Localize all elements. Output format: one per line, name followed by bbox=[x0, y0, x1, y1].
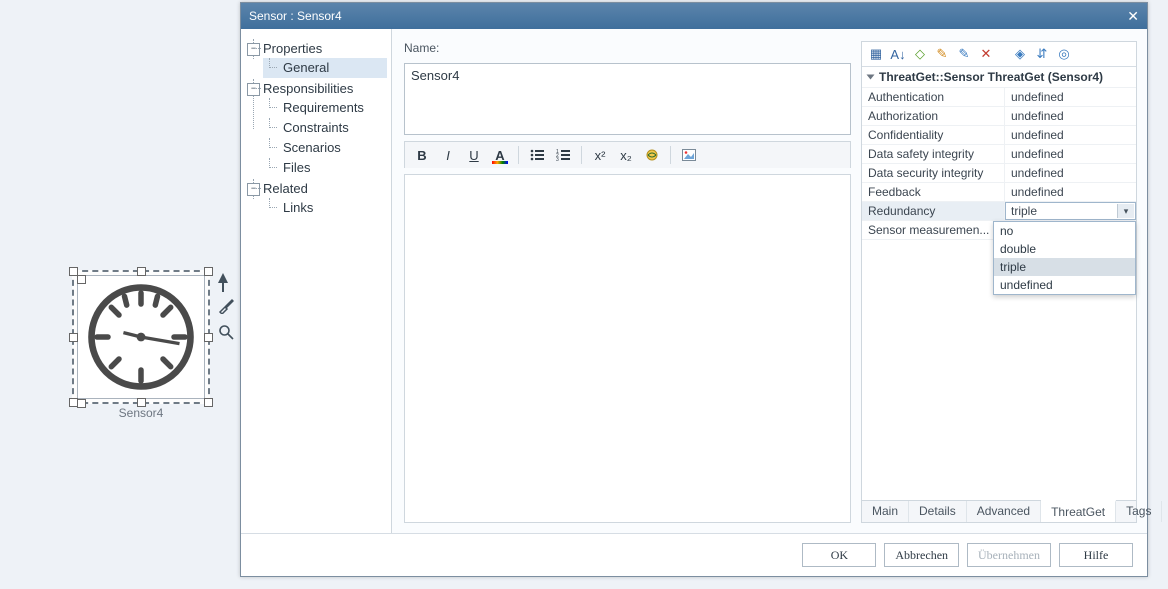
notes-editor[interactable] bbox=[404, 174, 851, 523]
dialog-button-bar: OK Abbrechen Übernehmen Hilfe bbox=[241, 533, 1147, 576]
hyperlink-button[interactable] bbox=[641, 145, 663, 165]
tree-node-requirements[interactable]: Requirements bbox=[263, 98, 387, 118]
resize-handle[interactable] bbox=[204, 398, 213, 407]
resize-handle[interactable] bbox=[137, 267, 146, 276]
resize-handle[interactable] bbox=[69, 398, 78, 407]
prop-row-authentication[interactable]: Authentication undefined bbox=[862, 88, 1136, 107]
dropdown-option[interactable]: undefined bbox=[994, 276, 1135, 294]
name-input[interactable]: Sensor4 bbox=[404, 63, 851, 135]
apply-button[interactable]: Übernehmen bbox=[967, 543, 1051, 567]
tree-node-responsibilities[interactable]: − Responsibilities Requirements Constrai… bbox=[247, 79, 387, 179]
tree-node-related[interactable]: − Related Links bbox=[247, 179, 387, 219]
tree-node-properties[interactable]: − Properties General bbox=[247, 39, 387, 79]
redundancy-dropdown[interactable]: no double triple undefined bbox=[993, 221, 1136, 295]
property-panel: ▦ A↓ ◇ ✎ ✎ ✕ ◈ ⇵ ◎ ThreatGet::Sensor Thr… bbox=[861, 41, 1137, 523]
magnifier-icon[interactable] bbox=[218, 324, 234, 340]
tree-node-files[interactable]: Files bbox=[263, 158, 387, 178]
tag-add-icon[interactable]: ◇ bbox=[911, 45, 929, 63]
property-tabs: Main Details Advanced ThreatGet Tags bbox=[862, 500, 1136, 522]
tab-advanced[interactable]: Advanced bbox=[967, 501, 1041, 522]
dropdown-option[interactable]: double bbox=[994, 240, 1135, 258]
font-color-button[interactable]: A bbox=[489, 145, 511, 165]
tag-edit-icon[interactable]: ✎ bbox=[933, 45, 951, 63]
note-icon[interactable]: ✎ bbox=[955, 45, 973, 63]
dropdown-button[interactable]: ▾ bbox=[1117, 204, 1134, 218]
tree-node-constraints[interactable]: Constraints bbox=[263, 118, 387, 138]
tab-threatget[interactable]: ThreatGet bbox=[1041, 500, 1116, 522]
collapse-icon[interactable] bbox=[867, 75, 875, 80]
number-list-button[interactable]: 123 bbox=[552, 145, 574, 165]
bullet-list-button[interactable] bbox=[526, 145, 548, 165]
tree-node-scenarios[interactable]: Scenarios bbox=[263, 138, 387, 158]
prop-row-data-security[interactable]: Data security integrity undefined bbox=[862, 164, 1136, 183]
help-button[interactable]: Hilfe bbox=[1059, 543, 1133, 567]
tab-details[interactable]: Details bbox=[909, 501, 967, 522]
label-icon[interactable]: ◈ bbox=[1011, 45, 1029, 63]
resize-handle[interactable] bbox=[137, 398, 146, 407]
insert-image-button[interactable] bbox=[678, 145, 700, 165]
diagram-node[interactable]: Sensor4 bbox=[72, 270, 210, 420]
tab-tags[interactable]: Tags bbox=[1116, 501, 1162, 522]
target-icon[interactable]: ◎ bbox=[1055, 45, 1073, 63]
tab-main[interactable]: Main bbox=[862, 501, 909, 522]
superscript-button[interactable]: x² bbox=[589, 145, 611, 165]
prop-row-authorization[interactable]: Authorization undefined bbox=[862, 107, 1136, 126]
quicklink-up-icon[interactable] bbox=[218, 270, 234, 288]
prop-row-redundancy[interactable]: Redundancy triple ▾ bbox=[862, 202, 1136, 221]
tree-node-general[interactable]: General bbox=[263, 58, 387, 78]
property-toolbar: ▦ A↓ ◇ ✎ ✎ ✕ ◈ ⇵ ◎ bbox=[862, 42, 1136, 67]
categorize-icon[interactable]: ▦ bbox=[867, 45, 885, 63]
prop-row-confidentiality[interactable]: Confidentiality undefined bbox=[862, 126, 1136, 145]
dropdown-option[interactable]: no bbox=[994, 222, 1135, 240]
title-bar[interactable]: Sensor : Sensor4 ✕ bbox=[241, 3, 1147, 29]
gauge-icon bbox=[86, 282, 196, 392]
expand-toggle[interactable]: − bbox=[247, 83, 260, 96]
window-title: Sensor : Sensor4 bbox=[249, 9, 1127, 23]
name-label: Name: bbox=[404, 41, 851, 55]
sort-icon[interactable]: A↓ bbox=[889, 45, 907, 63]
prop-row-feedback[interactable]: Feedback undefined bbox=[862, 183, 1136, 202]
node-label: Sensor4 bbox=[72, 406, 210, 420]
delete-icon[interactable]: ✕ bbox=[977, 45, 995, 63]
resize-handle[interactable] bbox=[69, 333, 78, 342]
resize-handle[interactable] bbox=[204, 333, 213, 342]
resize-handle[interactable] bbox=[204, 267, 213, 276]
brush-icon[interactable] bbox=[218, 298, 234, 314]
underline-button[interactable]: U bbox=[463, 145, 485, 165]
ok-button[interactable]: OK bbox=[802, 543, 876, 567]
bold-button[interactable]: B bbox=[411, 145, 433, 165]
dropdown-option[interactable]: triple bbox=[994, 258, 1135, 276]
subscript-button[interactable]: x₂ bbox=[615, 145, 637, 165]
expand-toggle[interactable]: − bbox=[247, 183, 260, 196]
sensor-dialog: Sensor : Sensor4 ✕ − Properties General … bbox=[240, 2, 1148, 577]
svg-text:3: 3 bbox=[556, 157, 559, 161]
structured-icon[interactable]: ⇵ bbox=[1033, 45, 1051, 63]
expand-toggle[interactable]: − bbox=[247, 43, 260, 56]
resize-handle[interactable] bbox=[69, 267, 78, 276]
cancel-button[interactable]: Abbrechen bbox=[884, 543, 959, 567]
prop-row-data-safety[interactable]: Data safety integrity undefined bbox=[862, 145, 1136, 164]
close-icon[interactable]: ✕ bbox=[1127, 8, 1139, 25]
tree-node-links[interactable]: Links bbox=[263, 198, 387, 218]
richtext-toolbar: B I U A 123 x² x₂ bbox=[404, 141, 851, 168]
nav-tree: − Properties General − Responsibilities … bbox=[241, 29, 392, 533]
property-category[interactable]: ThreatGet::Sensor ThreatGet (Sensor4) bbox=[862, 67, 1136, 88]
italic-button[interactable]: I bbox=[437, 145, 459, 165]
